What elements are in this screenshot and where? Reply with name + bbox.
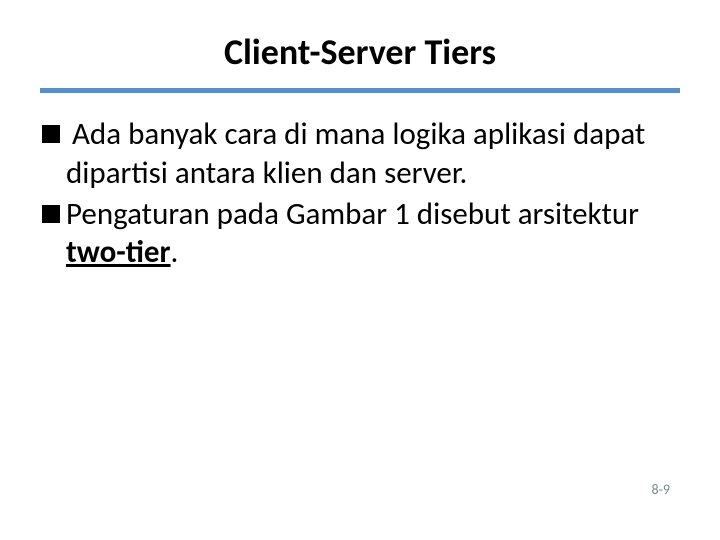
- bullet-1-text: Ada banyak cara di mana logika aplikasi …: [66, 115, 645, 192]
- square-bullet-icon: [42, 205, 60, 223]
- page-number: 8-9: [652, 481, 670, 498]
- bullet-2-emphasis: two-tier: [66, 233, 171, 271]
- bullet-2-text-after: .: [171, 233, 179, 271]
- bullet-2-text-before: Pengaturan pada Gambar 1 disebut arsitek…: [66, 195, 639, 233]
- title-divider: [40, 88, 680, 93]
- bullet-item: Ada banyak cara di mana logika aplikasi …: [42, 115, 678, 193]
- slide-title: Client-Server Tiers: [40, 30, 680, 74]
- content-area: Ada banyak cara di mana logika aplikasi …: [40, 115, 680, 272]
- bullet-item: Pengaturan pada Gambar 1 disebut arsitek…: [42, 195, 678, 273]
- bullet-text: Pengaturan pada Gambar 1 disebut arsitek…: [66, 195, 678, 273]
- square-bullet-icon: [42, 125, 60, 143]
- bullet-text: Ada banyak cara di mana logika aplikasi …: [66, 115, 678, 193]
- slide-container: Client-Server Tiers Ada banyak cara di m…: [0, 0, 720, 540]
